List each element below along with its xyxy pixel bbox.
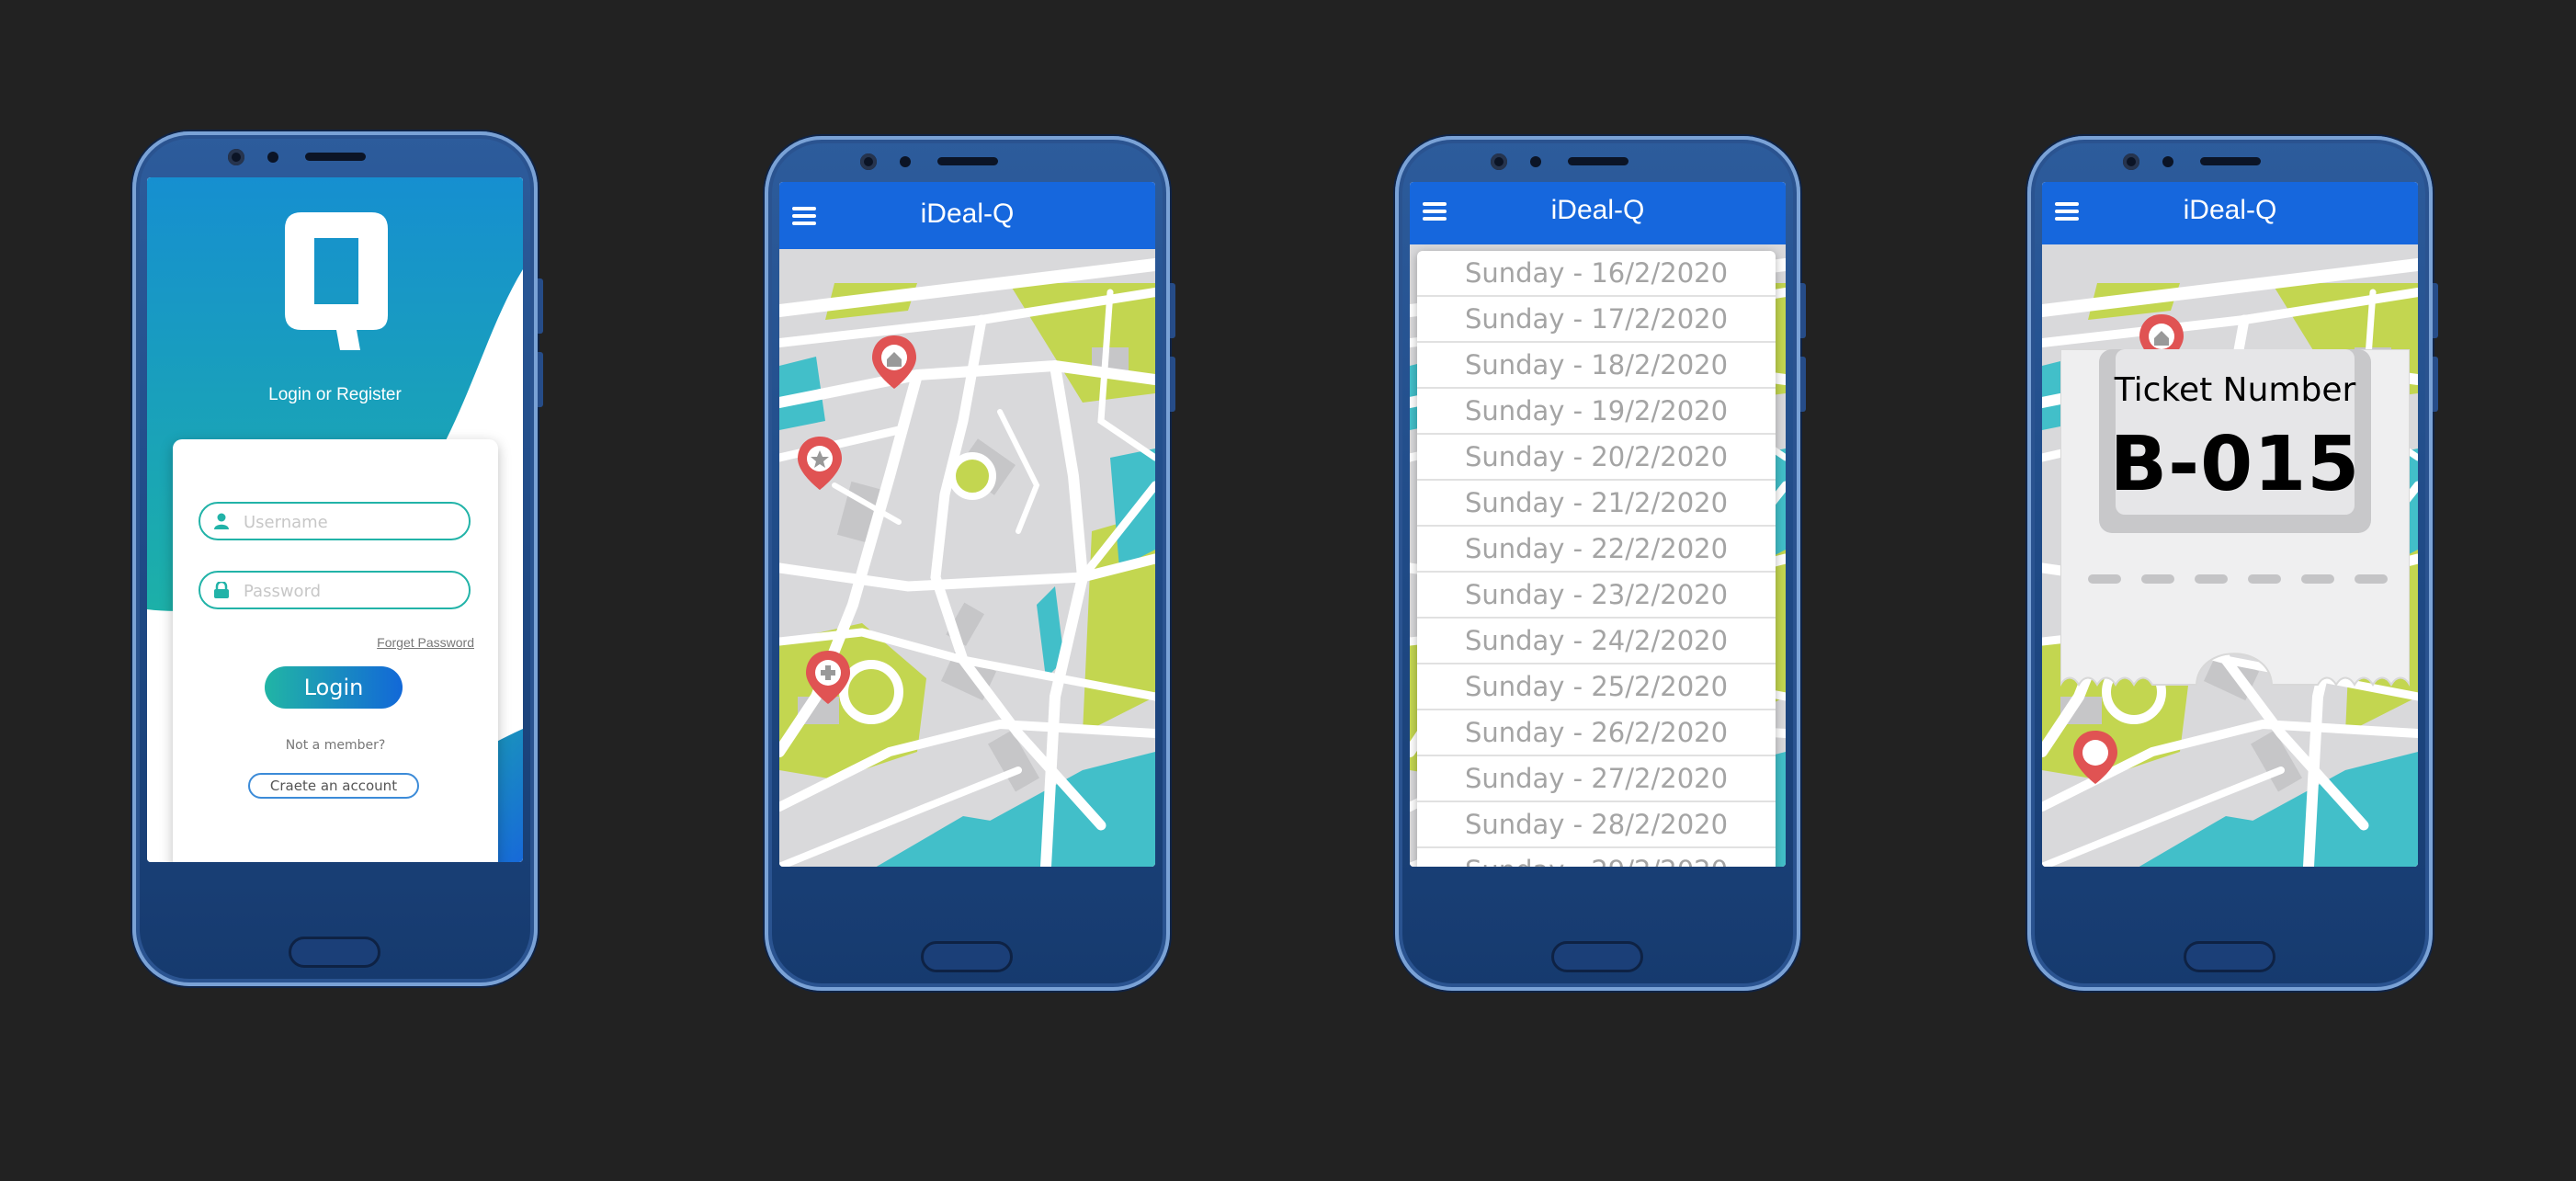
home-button[interactable] — [289, 937, 380, 968]
phone-map: iDeal-Q — [765, 136, 1175, 991]
city-map[interactable] — [779, 182, 1155, 867]
app-bar: iDeal-Q — [1410, 182, 1786, 244]
create-account-button[interactable]: Craete an account — [248, 773, 419, 799]
ticket-screen: iDeal-Q Ticket Number B-015 — [2042, 182, 2418, 867]
app-title: iDeal-Q — [2183, 195, 2277, 225]
sensor — [1530, 156, 1541, 167]
power-button — [1170, 357, 1175, 412]
front-camera — [2123, 153, 2139, 170]
sensor — [267, 152, 278, 163]
login-button[interactable]: Login — [265, 666, 403, 709]
earpiece — [2200, 157, 2261, 165]
date-option[interactable]: Sunday - 25/2/2020 — [1417, 664, 1776, 710]
phone-dates: iDeal-Q Sunday - 16/2/2020 Sunday - 17/2… — [1395, 136, 1806, 991]
date-option[interactable]: Sunday - 22/2/2020 — [1417, 527, 1776, 573]
password-placeholder: Password — [244, 582, 322, 601]
ticket-label: Ticket Number — [2114, 371, 2356, 409]
home-button[interactable] — [921, 941, 1013, 972]
sensor — [900, 156, 911, 167]
date-option[interactable]: Sunday - 20/2/2020 — [1417, 435, 1776, 481]
volume-button — [538, 278, 543, 334]
power-button — [1800, 357, 1806, 412]
date-option[interactable]: Sunday - 18/2/2020 — [1417, 343, 1776, 389]
phone-login: Login or Register Username Password Forg… — [132, 131, 543, 986]
login-card: Username Password Forget Password Login … — [173, 439, 498, 862]
date-option[interactable]: Sunday - 23/2/2020 — [1417, 573, 1776, 619]
map-screen: iDeal-Q — [779, 182, 1155, 867]
date-option[interactable]: Sunday - 26/2/2020 — [1417, 710, 1776, 756]
password-field[interactable]: Password — [199, 571, 471, 609]
not-member-text: Not a member? — [285, 738, 386, 753]
earpiece — [305, 153, 366, 161]
front-camera — [228, 149, 244, 165]
app-title: iDeal-Q — [920, 199, 1015, 229]
ticket-number: B-015 — [2109, 421, 2361, 508]
date-list: Sunday - 16/2/2020 Sunday - 17/2/2020 Su… — [1417, 251, 1776, 867]
date-option[interactable]: Sunday - 17/2/2020 — [1417, 297, 1776, 343]
q-logo-icon — [285, 212, 388, 350]
front-camera — [1491, 153, 1507, 170]
home-button[interactable] — [2184, 941, 2275, 972]
date-option[interactable]: Sunday - 29/2/2020 — [1417, 848, 1776, 867]
lock-icon — [214, 582, 229, 598]
volume-button — [1170, 283, 1175, 338]
volume-button — [1800, 283, 1806, 338]
login-heading: Login or Register — [268, 385, 402, 404]
date-option[interactable]: Sunday - 21/2/2020 — [1417, 481, 1776, 527]
earpiece — [1568, 157, 1628, 165]
date-screen: iDeal-Q Sunday - 16/2/2020 Sunday - 17/2… — [1410, 182, 1786, 867]
date-option[interactable]: Sunday - 28/2/2020 — [1417, 802, 1776, 848]
login-screen: Login or Register Username Password Forg… — [147, 177, 523, 862]
date-option[interactable]: Sunday - 16/2/2020 — [1417, 251, 1776, 297]
date-option[interactable]: Sunday - 19/2/2020 — [1417, 389, 1776, 435]
ticket-card: Ticket Number B-015 — [2060, 349, 2410, 689]
app-bar: iDeal-Q — [2042, 182, 2418, 244]
app-title: iDeal-Q — [1550, 195, 1645, 225]
home-button[interactable] — [1551, 941, 1643, 972]
date-option[interactable]: Sunday - 27/2/2020 — [1417, 756, 1776, 802]
user-icon — [214, 513, 229, 529]
front-camera — [860, 153, 877, 170]
volume-button — [2433, 283, 2438, 338]
username-placeholder: Username — [244, 513, 328, 532]
power-button — [538, 352, 543, 407]
earpiece — [937, 157, 998, 165]
phone-ticket: iDeal-Q Ticket Number B-015 — [2027, 136, 2438, 991]
power-button — [2433, 357, 2438, 412]
app-bar: iDeal-Q — [779, 182, 1155, 249]
date-option[interactable]: Sunday - 24/2/2020 — [1417, 619, 1776, 664]
forget-password-link[interactable]: Forget Password — [377, 635, 474, 650]
sensor — [2162, 156, 2173, 167]
username-field[interactable]: Username — [199, 502, 471, 540]
